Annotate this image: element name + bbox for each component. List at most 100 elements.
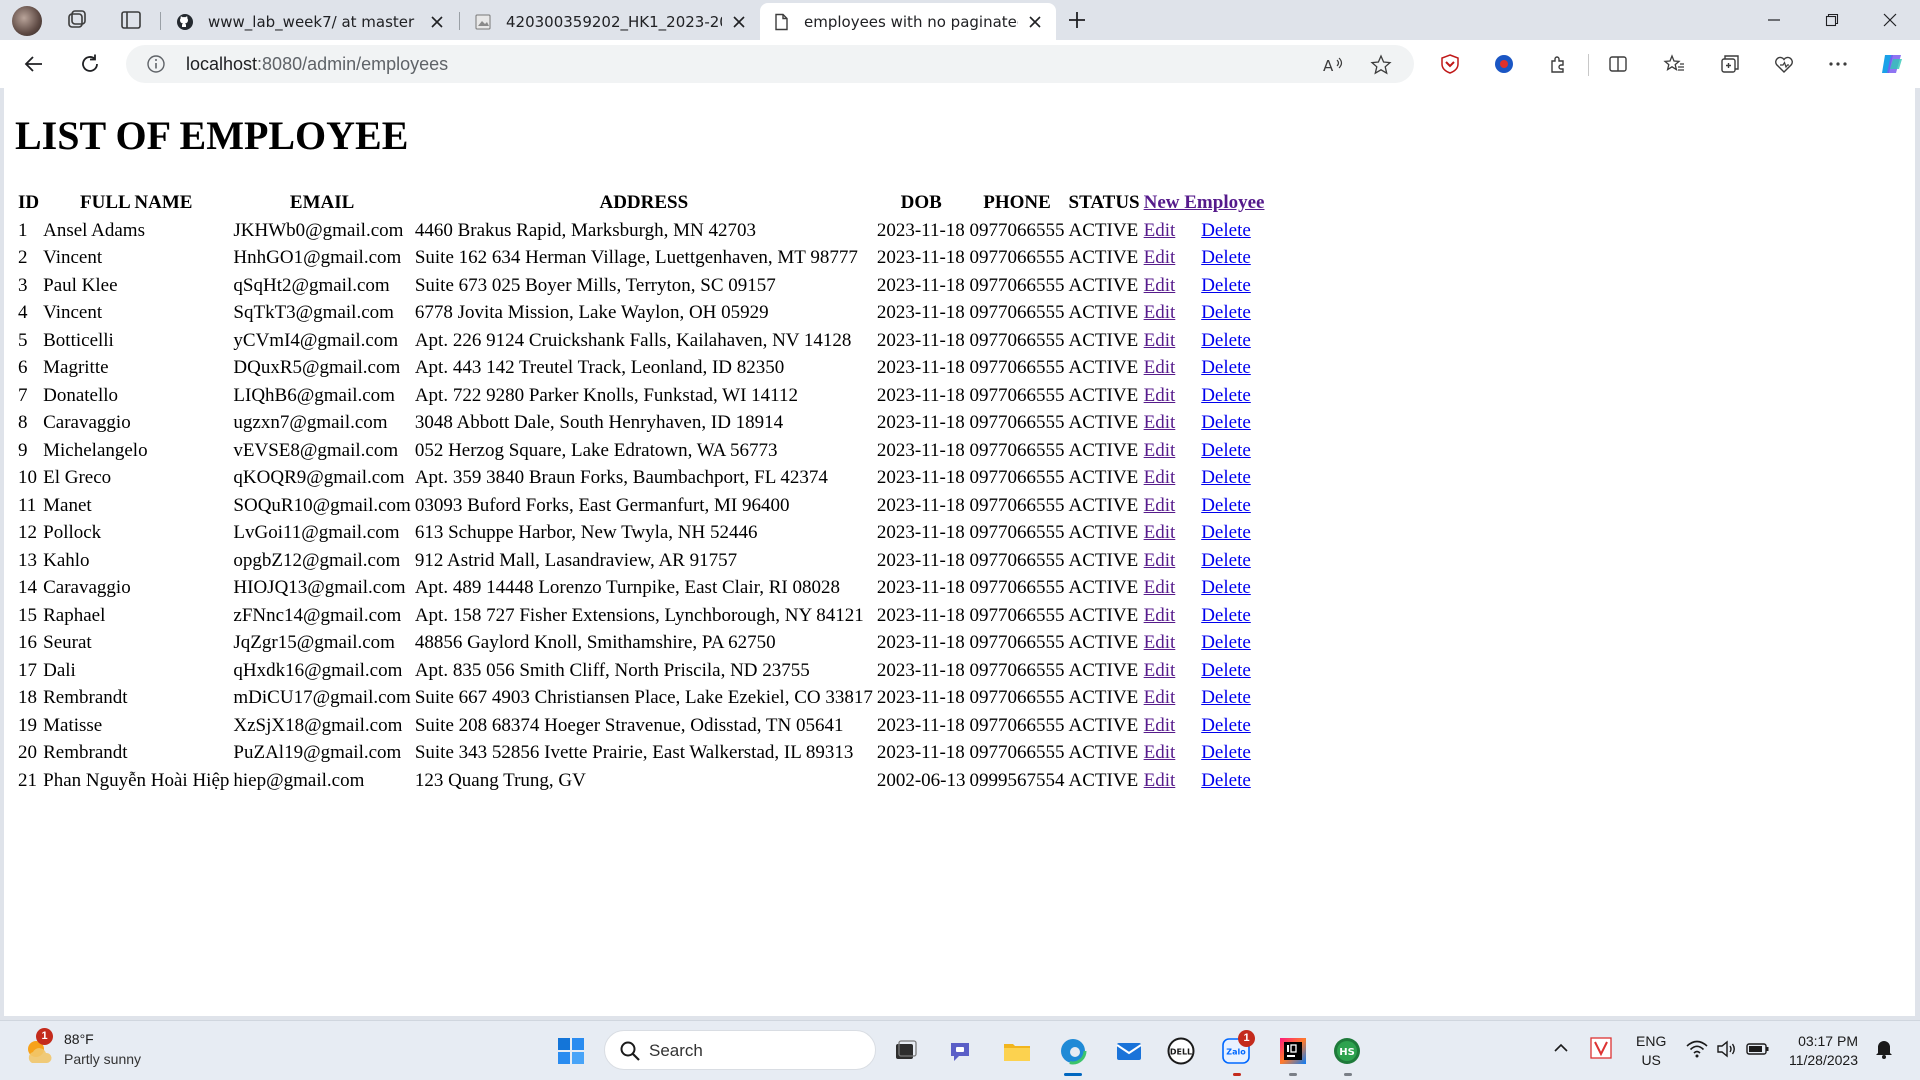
delete-link[interactable]: Delete [1201,495,1251,516]
edit-link[interactable]: Edit [1144,495,1176,516]
column-header-id: ID [18,192,40,213]
delete-link[interactable]: Delete [1201,687,1251,708]
volume-icon[interactable] [1716,1039,1738,1064]
edit-link[interactable]: Edit [1144,330,1176,351]
edit-link[interactable]: Edit [1144,467,1176,488]
delete-link[interactable]: Delete [1201,550,1251,571]
refresh-icon[interactable] [76,50,104,78]
delete-link[interactable]: Delete [1201,220,1251,241]
taskbar-search[interactable]: Search [604,1030,876,1070]
new-tab-icon[interactable] [1064,7,1090,33]
edit-link[interactable]: Edit [1144,550,1176,571]
edit-link[interactable]: Edit [1144,385,1176,406]
delete-link[interactable]: Delete [1201,275,1251,296]
edit-link[interactable]: Edit [1144,660,1176,681]
table-row: 11 Manet SOQuR10@gmail.com 03093 Buford For… [17,492,1265,520]
site-info-icon[interactable] [146,54,166,74]
delete-link[interactable]: Delete [1201,467,1251,488]
delete-link[interactable]: Delete [1201,660,1251,681]
delete-link[interactable]: Delete [1201,385,1251,406]
workspaces-icon[interactable] [64,7,90,33]
tab-document[interactable]: 420300359202_HK1_2023-2024: [462,3,760,40]
intellij-icon[interactable] [1276,1034,1310,1068]
input-language[interactable]: ENG US [1636,1032,1666,1070]
delete-link[interactable]: Delete [1201,715,1251,736]
delete-link[interactable]: Delete [1201,247,1251,268]
tab-actions-icon[interactable] [118,7,144,33]
edit-link[interactable]: Edit [1144,522,1176,543]
mcafee-icon[interactable] [1436,50,1464,78]
cell-id: 12 [18,522,37,543]
edit-link[interactable]: Edit [1144,247,1176,268]
edit-link[interactable]: Edit [1144,687,1176,708]
edit-link[interactable]: Edit [1144,275,1176,296]
browser-essentials-icon[interactable] [1770,50,1798,78]
back-icon[interactable] [20,50,48,78]
favorites-icon[interactable] [1660,50,1688,78]
mail-icon[interactable] [1112,1034,1146,1068]
cell-email: JKHWb0@gmail.com [233,219,404,241]
delete-link[interactable]: Delete [1201,632,1251,653]
edit-link[interactable]: Edit [1144,742,1176,763]
favorite-star-icon[interactable] [1370,54,1392,76]
cell-status: ACTIVE [1068,467,1139,488]
dell-icon[interactable]: DELL [1164,1034,1198,1068]
delete-link[interactable]: Delete [1201,440,1251,461]
tab-github[interactable]: www_lab_week7/ at master · HHi [164,3,458,40]
notification-bell-icon[interactable] [1874,1038,1894,1065]
url-text[interactable]: localhost:8080/admin/employees [186,54,448,75]
edit-link[interactable]: Edit [1144,412,1176,433]
address-bar[interactable]: localhost:8080/admin/employees A [126,45,1414,83]
task-view-icon[interactable] [888,1034,922,1068]
copilot-icon[interactable] [1878,50,1906,78]
cell-delete: Delete [1185,574,1265,602]
delete-link[interactable]: Delete [1201,522,1251,543]
cell-dob: 2023-11-18 [876,494,965,516]
close-tab-icon[interactable] [730,13,748,31]
collections-icon[interactable] [1716,50,1744,78]
tab-employees[interactable]: employees with no paginated [760,3,1056,40]
more-menu-icon[interactable] [1824,50,1852,78]
edit-link[interactable]: Edit [1144,770,1176,791]
delete-link[interactable]: Delete [1201,357,1251,378]
read-aloud-icon[interactable]: A [1322,54,1344,76]
show-hidden-icons-chevron[interactable] [1552,1039,1570,1062]
extension-shield-icon[interactable] [1490,50,1518,78]
system-clock[interactable]: 03:17 PM 11/28/2023 [1780,1032,1858,1070]
edit-link[interactable]: Edit [1144,577,1176,598]
edit-link[interactable]: Edit [1144,632,1176,653]
delete-link[interactable]: Delete [1201,605,1251,626]
teams-chat-icon[interactable] [944,1034,978,1068]
delete-link[interactable]: Delete [1201,302,1251,323]
extensions-icon[interactable] [1544,50,1572,78]
delete-link[interactable]: Delete [1201,330,1251,351]
file-explorer-icon[interactable] [1000,1034,1034,1068]
edit-link[interactable]: Edit [1144,302,1176,323]
vpn-tray-icon[interactable] [1590,1037,1612,1064]
edit-link[interactable]: Edit [1144,605,1176,626]
hs-app-icon[interactable]: HS [1330,1034,1364,1068]
start-button[interactable] [554,1034,588,1068]
close-tab-icon[interactable] [428,13,446,31]
cell-delete: Delete [1185,684,1265,712]
delete-link[interactable]: Delete [1201,577,1251,598]
minimize-icon[interactable] [1746,0,1802,40]
close-window-icon[interactable] [1862,0,1918,40]
wifi-icon[interactable] [1686,1039,1708,1064]
column-header-dob: DOB [900,192,942,213]
edge-browser-icon[interactable] [1056,1034,1090,1068]
delete-link[interactable]: Delete [1201,742,1251,763]
delete-link[interactable]: Delete [1201,412,1251,433]
restore-icon[interactable] [1804,0,1860,40]
edit-link[interactable]: Edit [1144,440,1176,461]
new-employee-link[interactable]: New Employee [1144,192,1265,213]
cell-edit: Edit [1143,354,1184,382]
edit-link[interactable]: Edit [1144,715,1176,736]
edit-link[interactable]: Edit [1144,357,1176,378]
delete-link[interactable]: Delete [1201,770,1251,791]
battery-icon[interactable] [1746,1039,1770,1064]
split-screen-icon[interactable] [1604,50,1632,78]
edit-link[interactable]: Edit [1144,220,1176,241]
profile-avatar[interactable] [12,6,42,36]
close-tab-icon[interactable] [1026,13,1044,31]
